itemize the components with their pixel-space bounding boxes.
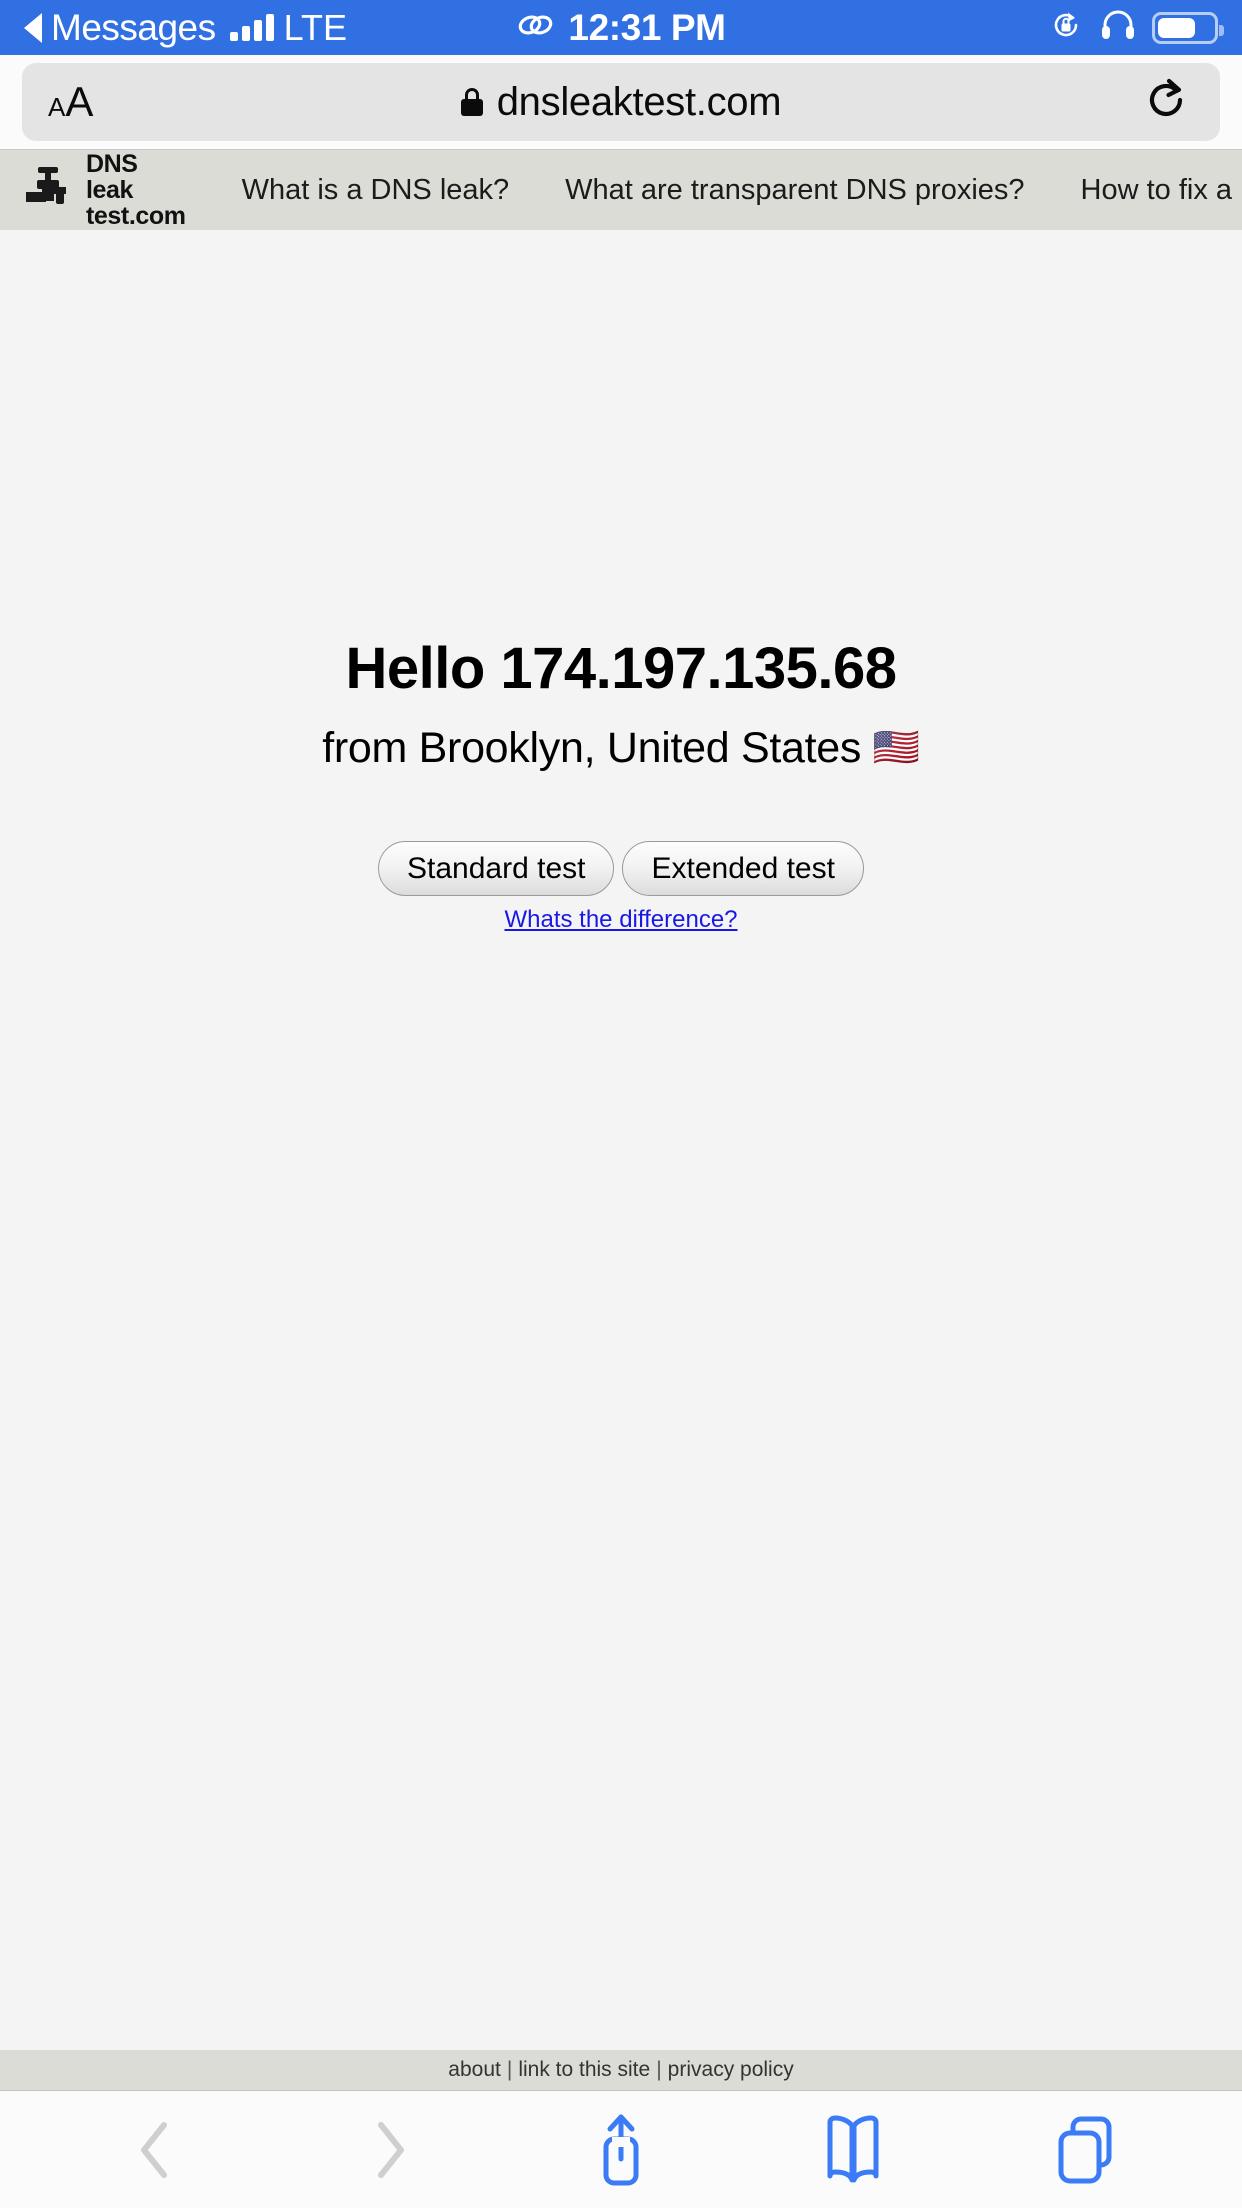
page-content: Hello 174.197.135.68 from Brooklyn, Unit… [0,230,1242,2050]
brand-line-1: DNS leak [86,150,138,204]
reload-icon[interactable] [1138,72,1194,133]
site-footer: about | link to this site | privacy poli… [0,2050,1242,2090]
headphones-icon [1100,9,1136,46]
back-to-app-label[interactable]: Messages [51,9,216,46]
nav-link-what-is-dns-leak[interactable]: What is a DNS leak? [242,174,510,207]
share-icon[interactable] [566,2095,676,2205]
status-bar-left[interactable]: Messages LTE [24,9,347,46]
back-triangle-icon[interactable] [24,12,42,43]
footer-link-link-to-site[interactable]: link to this site [518,2058,650,2082]
test-buttons: Standard test Extended test [0,841,1242,896]
url-display[interactable]: dnsleaktest.com [22,80,1220,125]
safari-url-bar: AA dnsleaktest.com [0,55,1242,150]
chain-link-icon [516,9,556,46]
site-logo[interactable]: DNS leak test.com [22,150,186,231]
ios-status-bar: Messages LTE 12:31 PM [0,0,1242,55]
standard-test-button[interactable]: Standard test [378,841,615,896]
location-text: from Brooklyn, United States [322,724,862,772]
extended-test-button[interactable]: Extended test [622,841,864,896]
nav-links: What is a DNS leak? What are transparent… [242,174,1242,207]
location-line: from Brooklyn, United States 🇺🇸 [0,724,1242,773]
status-bar-right [1048,7,1224,48]
ip-greeting: Hello 174.197.135.68 [345,636,897,701]
nav-link-how-to-fix[interactable]: How to fix a DNS leak [1081,174,1242,207]
us-flag-icon: 🇺🇸 [872,727,920,769]
status-bar-clock: 12:31 PM [568,7,726,48]
footer-separator-2: | [656,2058,662,2081]
footer-separator-1: | [506,2058,513,2081]
chevron-right-icon[interactable] [334,2095,444,2205]
site-navigation: DNS leak test.com What is a DNS leak? Wh… [0,150,1242,230]
tabs-icon[interactable] [1031,2095,1141,2205]
brand-line-2: test.com [86,202,186,231]
battery-icon [1152,11,1224,44]
brand-text: DNS leak test.com [86,150,186,231]
hero-section: Hello 174.197.135.68 from Brooklyn, Unit… [0,635,1242,934]
footer-link-privacy-policy[interactable]: privacy policy [668,2058,794,2082]
safari-bottom-toolbar [0,2090,1242,2208]
footer-link-about[interactable]: about [448,2058,501,2082]
url-field[interactable]: AA dnsleaktest.com [22,63,1220,141]
web-page: DNS leak test.com What is a DNS leak? Wh… [0,150,1242,2090]
iphone-screen: Messages LTE 12:31 PM A A dnsleaktest.co… [0,0,1242,2208]
book-icon[interactable] [798,2095,908,2205]
whats-the-difference-link[interactable]: Whats the difference? [0,906,1242,934]
url-text: dnsleaktest.com [496,79,782,124]
cellular-signal-icon [229,13,274,41]
carrier-label: LTE [283,6,347,48]
faucet-icon [22,162,74,219]
chevron-left-icon[interactable] [101,2095,211,2205]
rotation-lock-icon [1048,7,1084,48]
lock-icon [460,88,483,116]
nav-link-transparent-dns-proxies[interactable]: What are transparent DNS proxies? [565,174,1024,207]
